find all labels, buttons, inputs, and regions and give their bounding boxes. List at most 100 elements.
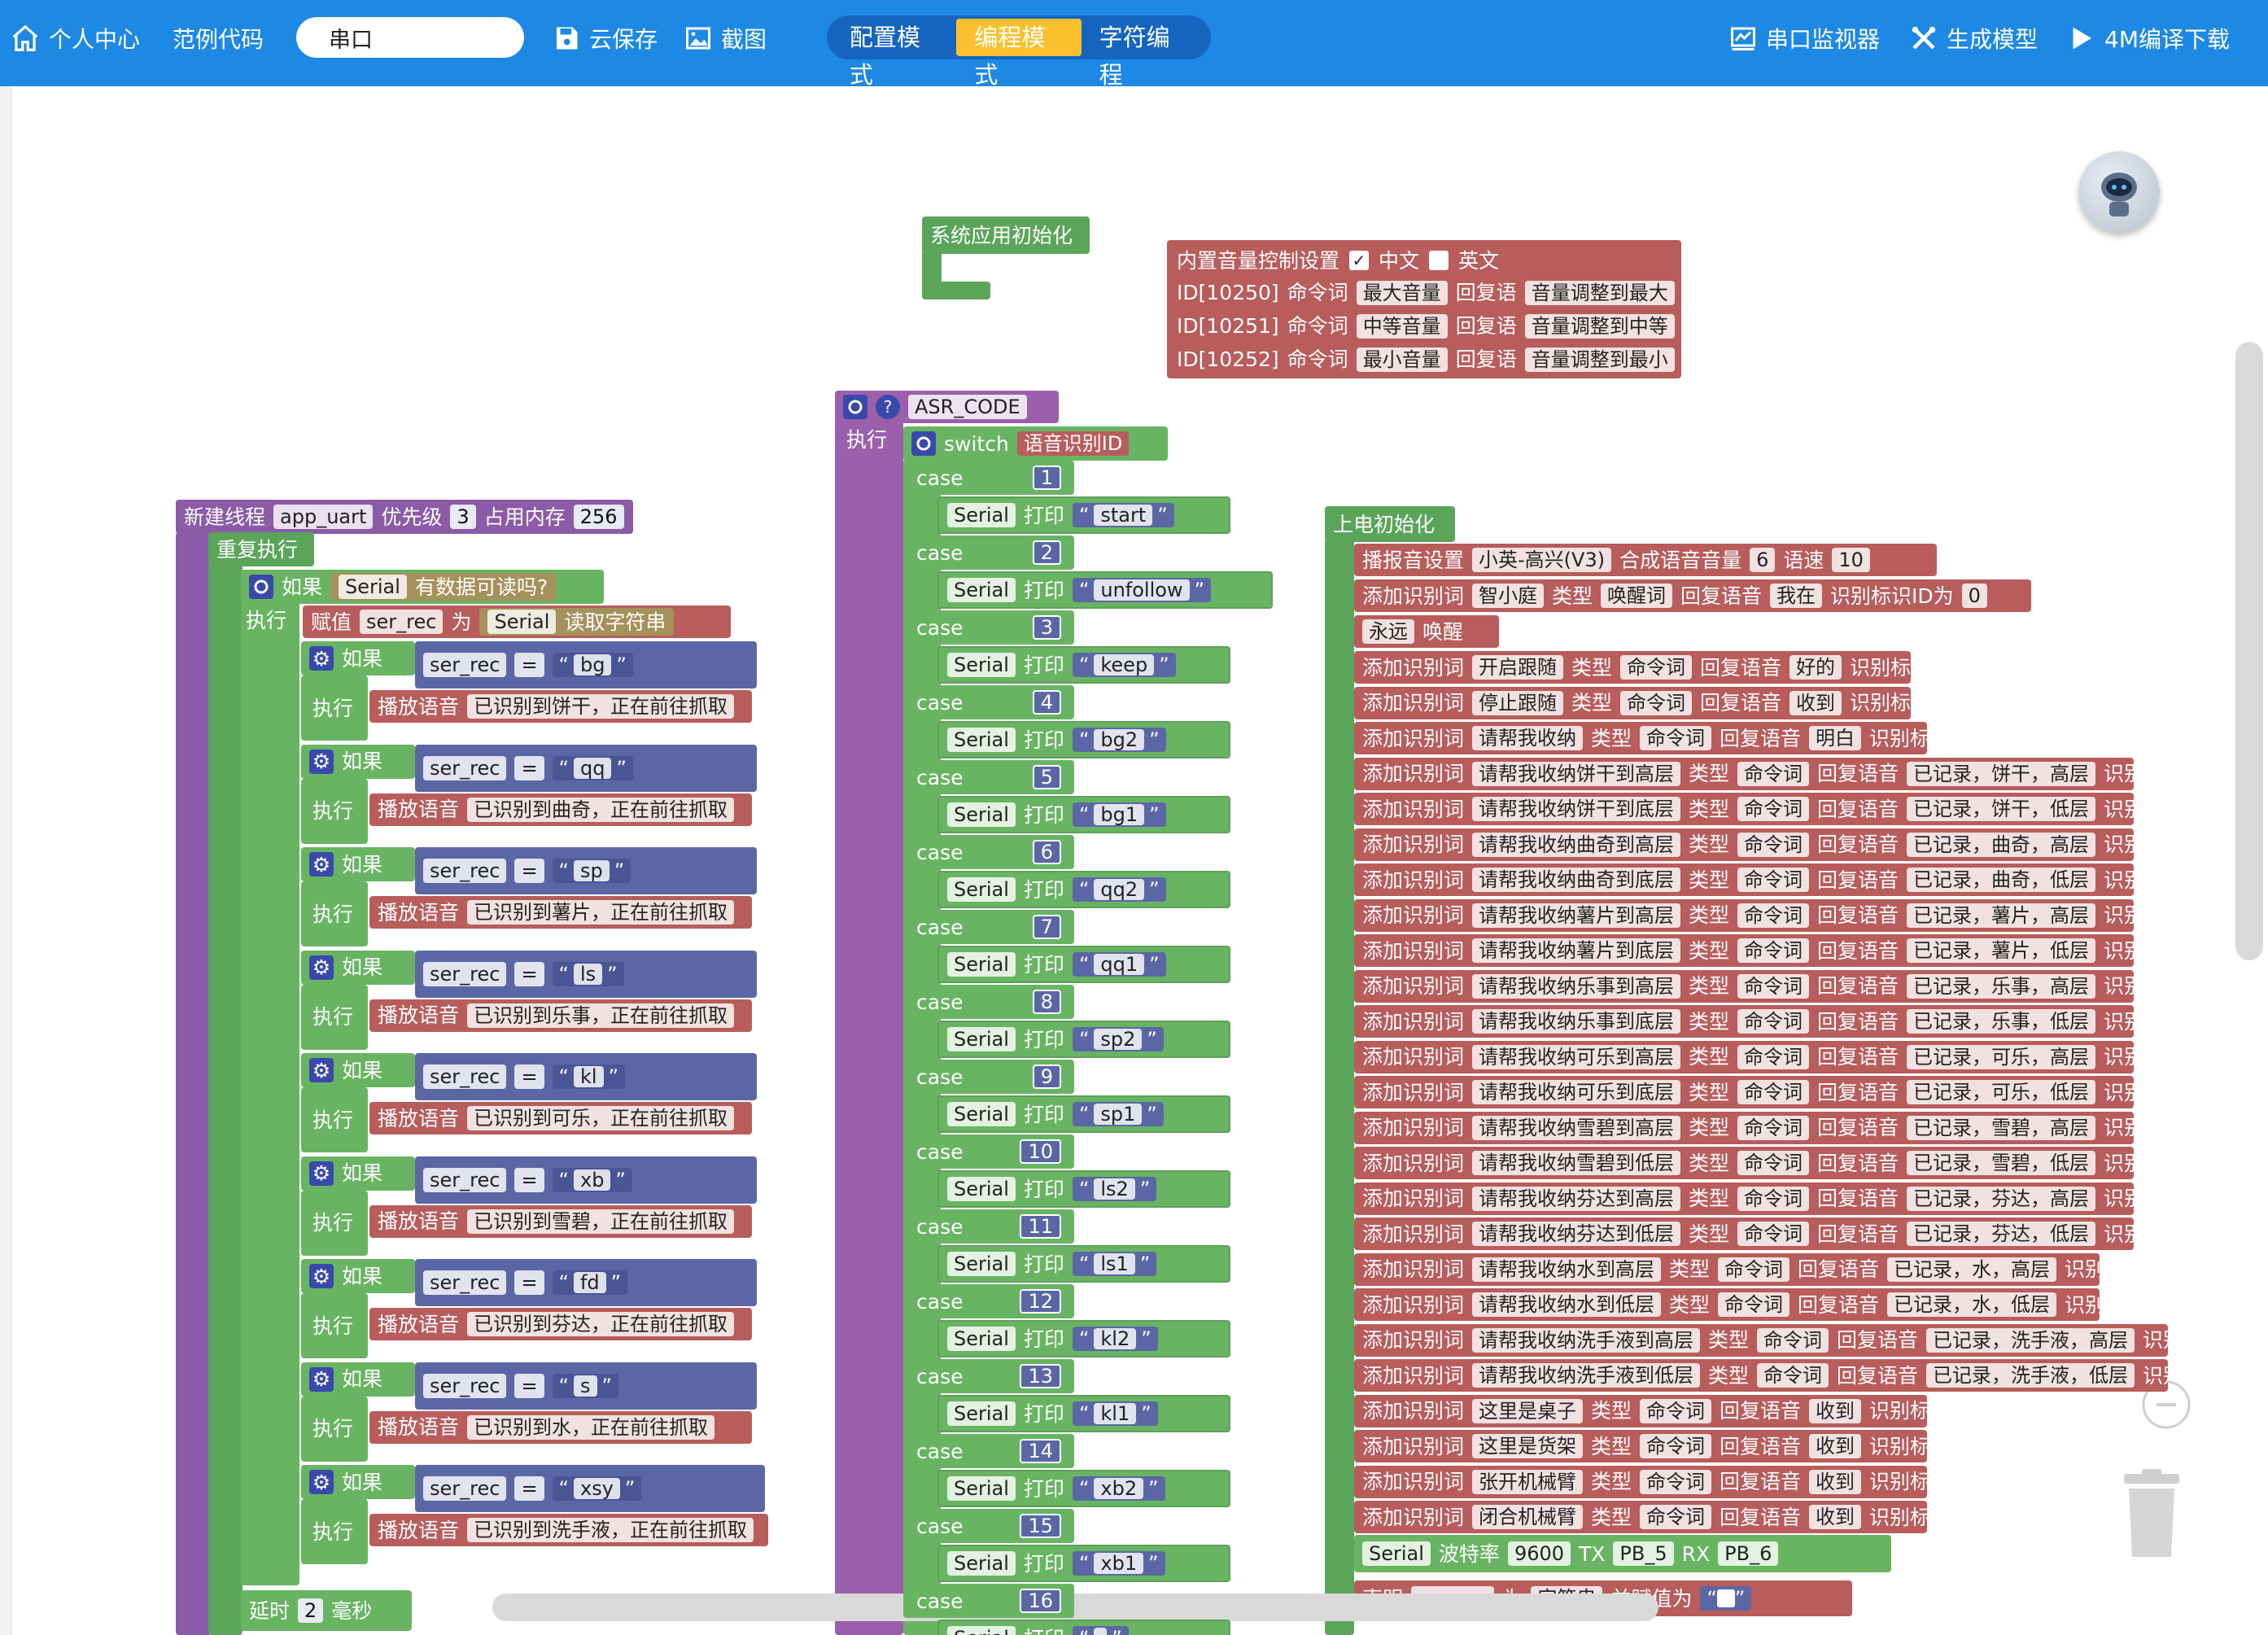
compare-var[interactable]: ser_rec [423,1476,507,1501]
add-word-block[interactable]: 添加识别词请帮我收纳可乐到高层类型命令词回复语音已记录，可乐，高层识别标识ID为 [1354,1040,2134,1073]
assign-var[interactable]: ser_rec [360,610,444,634]
forever-select[interactable]: 永远 [1362,619,1414,644]
type-select[interactable]: 命令词 [1737,797,1810,821]
switch-block[interactable]: switch 语音识别ID [903,426,1168,461]
if-branch-block[interactable]: ⚙ 如果 [301,1465,415,1499]
reply-text[interactable]: 明白 [1809,726,1862,750]
vol-select[interactable]: 6 [1750,548,1776,572]
wake-word-block[interactable]: 添加识别词 智小庭 类型 唤醒词 回复语音 我在 识别标识ID为 0 [1354,579,2031,612]
tx-select[interactable]: PB_5 [1613,1541,1674,1566]
add-word-block[interactable]: 添加识别词张开机械臂类型命令词回复语音收到识别标识ID为24 [1354,1465,1927,1498]
compare-string[interactable]: “xsy” [552,1476,642,1501]
word-text[interactable]: 请帮我收纳可乐到高层 [1472,1044,1681,1069]
serial-print-block[interactable]: Serial 打印 “start” [937,496,1230,534]
compare-var[interactable]: ser_rec [423,1167,507,1192]
word-text[interactable]: 这里是桌子 [1472,1398,1584,1423]
case-value[interactable]: 11 [1020,1214,1061,1239]
reply-text[interactable]: 已记录，乐事，高层 [1907,973,2096,999]
word-text[interactable]: 张开机械臂 [1472,1469,1584,1494]
add-word-block[interactable]: 添加识别词这里是货架类型命令词回复语音收到识别标识ID为23 [1354,1430,1927,1462]
add-word-block[interactable]: 添加识别词请帮我收纳可乐到底层类型命令词回复语音已记录，可乐，低层识别标识ID为 [1354,1076,2134,1108]
add-word-block[interactable]: 添加识别词开启跟随类型命令词回复语音好的识别标识ID为1 [1354,651,1911,684]
serial-print-block[interactable]: Serial 打印 “xb2” [937,1470,1230,1507]
string-value[interactable]: start [1094,505,1153,526]
serial-print-block[interactable]: Serial 打印 “ls2” [937,1170,1230,1208]
type-select[interactable]: 命令词 [1737,1151,1810,1175]
volume-reply-text[interactable]: 音量调整到最小 [1524,347,1675,372]
play-voice-block[interactable]: 播放语音 已识别到可乐，正在前往抓取 [369,1102,752,1134]
wake-word[interactable]: 智小庭 [1472,584,1545,608]
print-serial-select[interactable]: Serial [947,952,1016,977]
string-value[interactable]: kl2 [1094,1328,1137,1349]
string-literal[interactable]: “sp2” [1072,1027,1164,1051]
if-serial-block[interactable]: 如果 Serial 有数据可读吗? [241,570,604,604]
compare-var[interactable]: ser_rec [423,961,507,986]
print-serial-select[interactable]: Serial [947,877,1016,902]
type-select[interactable]: 命令词 [1757,1327,1829,1353]
serial-config-select[interactable]: Serial [1362,1541,1431,1566]
case-value[interactable]: 2 [1032,540,1061,565]
string-literal[interactable]: “unfollow” [1072,578,1212,602]
compare-value[interactable]: xsy [573,1478,620,1499]
compare-op[interactable]: = [514,755,544,780]
reply-text[interactable]: 好的 [1789,655,1842,680]
type-select[interactable]: 命令词 [1737,1186,1810,1211]
reply-text[interactable]: 已记录，洗手液，高层 [1926,1327,2135,1353]
play-text[interactable]: 已识别到薯片，正在前往抓取 [467,900,735,925]
serial-print-block[interactable]: Serial 打印 “xb1” [937,1545,1230,1582]
case-row[interactable]: case 7 [903,910,1074,944]
reply-text[interactable]: 已记录，曲奇，高层 [1907,832,2096,857]
word-text[interactable]: 请帮我收纳饼干到高层 [1472,761,1681,786]
if-gear-icon[interactable] [249,575,273,599]
play-text[interactable]: 已识别到芬达，正在前往抓取 [467,1312,735,1336]
serial-select[interactable]: Serial [339,575,407,599]
case-row[interactable]: case 5 [903,760,1074,794]
string-value[interactable]: ls1 [1094,1253,1135,1274]
if-branch-block[interactable]: ⚙ 如果 [301,1362,415,1397]
switch-gear-icon[interactable] [911,431,936,456]
compare-string[interactable]: “xb” [552,1167,632,1192]
compare-block[interactable]: ser_rec = “fd” [415,1259,757,1306]
add-word-block[interactable]: 添加识别词请帮我收纳乐事到高层类型命令词回复语音已记录，乐事，高层识别标识ID为 [1354,969,2134,1003]
compare-var[interactable]: ser_rec [423,653,507,677]
string-literal[interactable]: “ls1” [1072,1252,1157,1276]
type-select[interactable]: 命令词 [1640,1469,1712,1494]
case-value[interactable]: 10 [1020,1139,1061,1164]
add-word-block[interactable]: 添加识别词请帮我收纳洗手液到高层类型命令词回复语音已记录，洗手液，高层识别标识I… [1354,1323,2168,1357]
compare-block[interactable]: ser_rec = “xb” [415,1156,757,1204]
compare-op[interactable]: = [514,859,544,883]
asr-code-header[interactable]: ? ASR_CODE [835,391,1059,423]
print-serial-select[interactable]: Serial [947,802,1016,827]
type-select[interactable]: 命令词 [1718,1257,1790,1282]
if-branch-block[interactable]: ⚙ 如果 [301,950,415,985]
string-value[interactable]: sp2 [1094,1029,1143,1050]
string-literal[interactable]: “kl1” [1072,1401,1158,1426]
reply-text[interactable]: 已记录，雪碧，高层 [1907,1115,2096,1140]
add-word-block[interactable]: 添加识别词请帮我收纳薯片到底层类型命令词回复语音已记录，薯片，低层识别标识ID为 [1354,934,2134,967]
compare-value[interactable]: ls [573,963,603,985]
string-value[interactable]: xb2 [1094,1478,1144,1499]
assign-block[interactable]: 赋值 ser_rec 为 Serial 读取字符串 [303,605,731,638]
compare-value[interactable]: fd [573,1272,606,1293]
type-select[interactable]: 命令词 [1737,973,1810,999]
string-literal[interactable]: “xb2” [1072,1476,1165,1501]
screenshot-button[interactable]: 截图 [684,0,767,77]
reply-text[interactable]: 已记录，芬达，低层 [1907,1222,2096,1246]
compare-op[interactable]: = [514,961,544,986]
play-voice-block[interactable]: 播放语音 已识别到雪碧，正在前往抓取 [369,1204,752,1238]
reply-text[interactable]: 已记录，饼干，低层 [1907,797,2096,821]
reply-text[interactable]: 已记录，洗手液，低层 [1926,1363,2135,1388]
word-text[interactable]: 请帮我收纳芬达到低层 [1472,1222,1681,1246]
read-serial-select[interactable]: Serial [487,610,557,634]
string-value[interactable]: keep [1094,654,1155,675]
serial-print-block[interactable]: Serial 打印 “ls1” [937,1245,1230,1283]
type-select[interactable]: 命令词 [1737,1044,1810,1069]
string-value[interactable]: kl1 [1094,1403,1137,1424]
string-literal[interactable]: “qq2” [1072,877,1166,902]
add-word-block[interactable]: 添加识别词这里是桌子类型命令词回复语音收到识别标识ID为22 [1354,1394,1927,1427]
reply-text[interactable]: 收到 [1809,1469,1862,1494]
forever-wake-block[interactable]: 永远 唤醒 [1354,615,1499,648]
string-literal[interactable]: “kl2” [1072,1327,1158,1351]
branch-gear-icon[interactable]: ⚙ [309,749,334,774]
generate-model-button[interactable]: 生成模型 [1909,0,2038,77]
